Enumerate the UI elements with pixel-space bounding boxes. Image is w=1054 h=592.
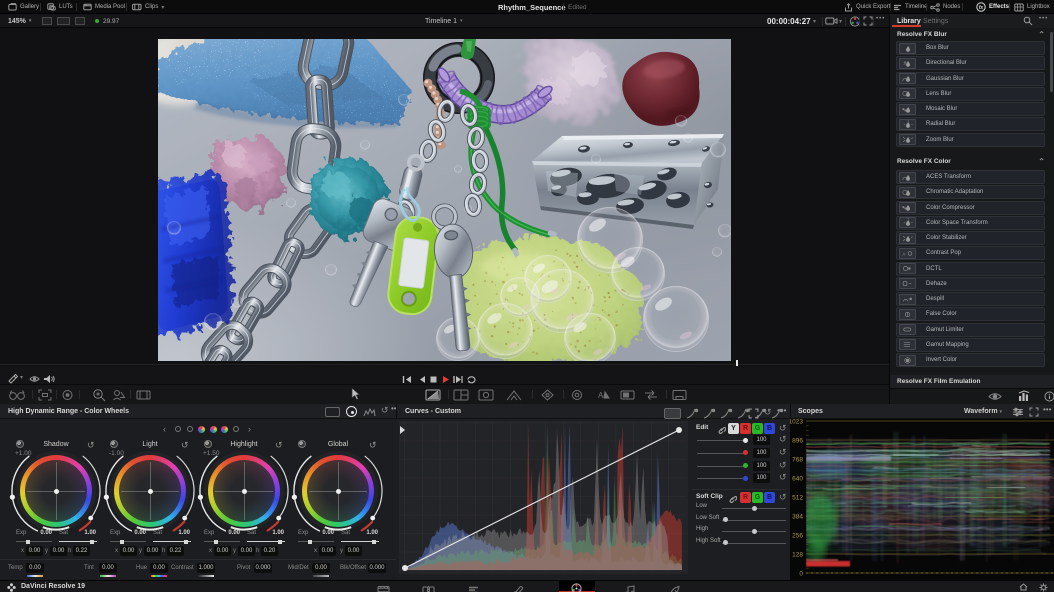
svg-text:256: 256 <box>792 533 803 540</box>
svg-text:768: 768 <box>792 457 803 464</box>
svg-text:0: 0 <box>799 571 803 578</box>
svg-text:1023: 1023 <box>790 419 803 426</box>
svg-text:128: 128 <box>792 552 803 559</box>
svg-text:512: 512 <box>792 495 803 502</box>
svg-text:640: 640 <box>792 476 803 483</box>
svg-text:A: A <box>903 251 906 256</box>
svg-text:384: 384 <box>792 514 803 521</box>
svg-text:896: 896 <box>792 438 803 445</box>
svg-text:fx: fx <box>979 5 984 11</box>
svg-text:A: A <box>598 391 604 400</box>
